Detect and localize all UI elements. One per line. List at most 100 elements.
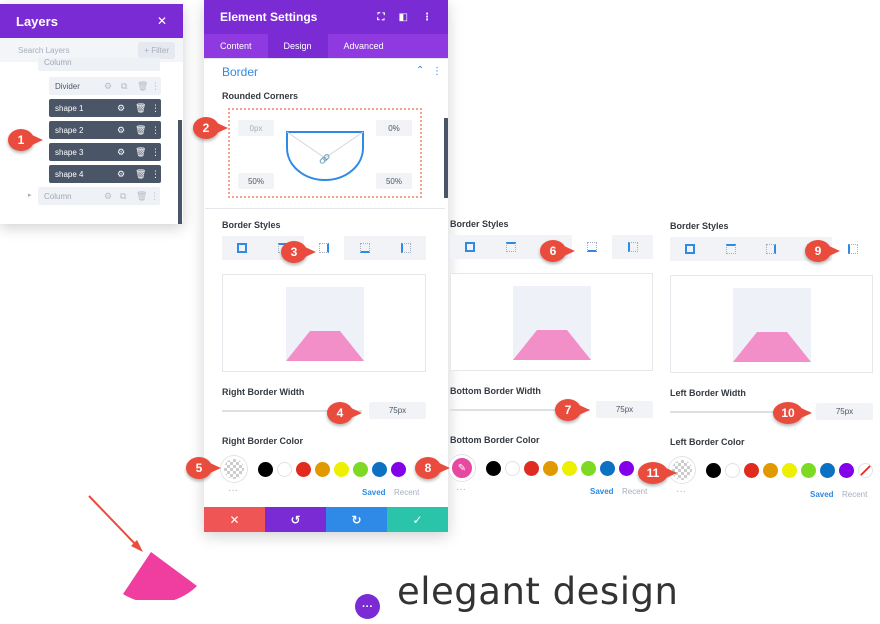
corner-bottom-right-input[interactable]: 50% — [376, 173, 412, 189]
border-left-icon[interactable] — [612, 235, 653, 259]
color-swatch[interactable] — [744, 463, 759, 478]
gear-icon[interactable]: ⚙ — [117, 102, 125, 114]
gear-icon[interactable]: ⚙ — [117, 146, 125, 158]
recent-tab[interactable]: Recent — [842, 490, 867, 499]
color-picker-button[interactable] — [221, 456, 247, 482]
saved-tab[interactable]: Saved — [810, 490, 834, 499]
color-swatch[interactable] — [600, 461, 615, 476]
color-swatch[interactable] — [505, 461, 520, 476]
trash-icon[interactable]: 🗑 — [135, 102, 146, 114]
border-bottom-icon[interactable] — [344, 236, 385, 260]
more-dots-icon[interactable]: ··· — [228, 485, 238, 496]
color-swatch[interactable] — [763, 463, 778, 478]
expand-icon[interactable]: ▸ — [28, 191, 32, 199]
color-swatch[interactable] — [334, 462, 349, 477]
fullscreen-icon[interactable]: ⛶ — [378, 12, 385, 23]
recent-tab[interactable]: Recent — [622, 487, 647, 496]
border-all-icon[interactable] — [450, 235, 491, 259]
color-swatch[interactable] — [353, 462, 368, 477]
tab-content[interactable]: Content — [204, 34, 268, 58]
trash-icon[interactable]: 🗑 — [135, 168, 146, 180]
border-left-icon[interactable] — [385, 236, 426, 260]
gear-icon[interactable]: ⚙ — [117, 124, 125, 136]
scrollbar[interactable] — [444, 118, 448, 198]
layer-row-divider[interactable]: Divider ⚙ ⧉ 🗑 ⋮ — [49, 77, 161, 95]
border-bottom-icon[interactable] — [571, 235, 613, 259]
color-swatch[interactable] — [543, 461, 558, 476]
trash-icon[interactable]: 🗑 — [136, 190, 147, 202]
color-swatch[interactable] — [725, 463, 740, 478]
split-view-icon[interactable]: ◧ — [399, 12, 408, 23]
layer-row-column[interactable]: Column — [38, 58, 160, 71]
color-picker-button[interactable]: ✎ — [449, 455, 475, 481]
color-swatch[interactable] — [391, 462, 406, 477]
border-top-icon[interactable] — [711, 237, 752, 261]
color-swatch[interactable] — [706, 463, 721, 478]
color-swatch[interactable] — [277, 462, 292, 477]
save-button[interactable]: ✓ — [387, 507, 448, 532]
color-swatch[interactable] — [801, 463, 816, 478]
duplicate-icon[interactable]: ⧉ — [120, 190, 126, 202]
cancel-button[interactable]: ✕ — [204, 507, 265, 532]
color-swatch[interactable] — [315, 462, 330, 477]
gear-icon[interactable]: ⚙ — [104, 190, 112, 202]
search-input[interactable]: Search Layers — [18, 46, 70, 55]
color-swatch[interactable] — [486, 461, 501, 476]
border-top-icon[interactable] — [491, 235, 532, 259]
layer-row-shape-3[interactable]: shape 3 ⚙ 🗑 ⋮ — [49, 143, 161, 161]
more-dots-icon[interactable]: ··· — [676, 486, 686, 497]
layer-row-shape-4[interactable]: shape 4 ⚙ 🗑 ⋮ — [49, 165, 161, 183]
tab-design[interactable]: Design — [267, 34, 328, 58]
color-swatch[interactable] — [839, 463, 854, 478]
pink-quarter-shape[interactable] — [123, 552, 197, 600]
trash-icon[interactable]: 🗑 — [135, 146, 146, 158]
color-swatch[interactable] — [372, 462, 387, 477]
border-all-icon[interactable] — [670, 237, 711, 261]
saved-tab[interactable]: Saved — [362, 488, 386, 497]
border-width-input[interactable]: 75px — [596, 401, 653, 418]
corner-top-left-input[interactable]: 0px — [238, 120, 274, 136]
filter-button[interactable]: + Filter — [138, 41, 175, 59]
layer-row-shape-1[interactable]: shape 1 ⚙ 🗑 ⋮ — [49, 99, 161, 117]
color-swatch[interactable] — [524, 461, 539, 476]
more-icon[interactable]: ⋮ — [150, 190, 159, 202]
trash-icon[interactable]: 🗑 — [137, 80, 148, 92]
saved-tab[interactable]: Saved — [590, 487, 614, 496]
corner-top-right-input[interactable]: 0% — [376, 120, 412, 136]
border-right-icon[interactable] — [751, 237, 792, 261]
more-icon[interactable]: ⋮ — [422, 12, 432, 23]
trash-icon[interactable]: 🗑 — [135, 124, 146, 136]
color-swatch[interactable] — [820, 463, 835, 478]
no-color-swatch[interactable] — [858, 463, 873, 478]
color-swatch[interactable] — [619, 461, 634, 476]
gear-icon[interactable]: ⚙ — [117, 168, 125, 180]
close-icon[interactable]: ✕ — [157, 14, 167, 28]
undo-button[interactable]: ↺ — [265, 507, 326, 532]
corner-bottom-left-input[interactable]: 50% — [238, 173, 274, 189]
color-swatch[interactable] — [296, 462, 311, 477]
more-icon[interactable]: ⋮ — [151, 146, 160, 158]
border-width-input[interactable]: 75px — [816, 403, 873, 420]
recent-tab[interactable]: Recent — [394, 488, 419, 497]
color-swatch[interactable] — [782, 463, 797, 478]
more-icon[interactable]: ⋮ — [432, 66, 442, 77]
section-title[interactable]: Border — [222, 65, 258, 79]
color-swatch[interactable] — [258, 462, 273, 477]
more-icon[interactable]: ⋮ — [151, 102, 160, 114]
more-dots-icon[interactable]: ··· — [456, 484, 466, 495]
tab-advanced[interactable]: Advanced — [328, 34, 400, 58]
duplicate-icon[interactable]: ⧉ — [121, 80, 127, 92]
color-swatch[interactable] — [562, 461, 577, 476]
color-swatch[interactable] — [581, 461, 596, 476]
border-all-icon[interactable] — [222, 236, 263, 260]
gear-icon[interactable]: ⚙ — [104, 80, 112, 92]
scrollbar[interactable] — [178, 120, 182, 224]
layer-row-shape-2[interactable]: shape 2 ⚙ 🗑 ⋮ — [49, 121, 161, 139]
more-icon[interactable]: ⋮ — [151, 80, 160, 92]
redo-button[interactable]: ↻ — [326, 507, 387, 532]
chevron-up-icon[interactable]: ⌃ — [416, 65, 424, 76]
layer-row-column-2[interactable]: Column ⚙ ⧉ 🗑 ⋮ — [38, 187, 160, 205]
page-settings-button[interactable]: ··· — [355, 594, 380, 619]
border-width-input[interactable]: 75px — [369, 402, 426, 419]
more-icon[interactable]: ⋮ — [151, 168, 160, 180]
